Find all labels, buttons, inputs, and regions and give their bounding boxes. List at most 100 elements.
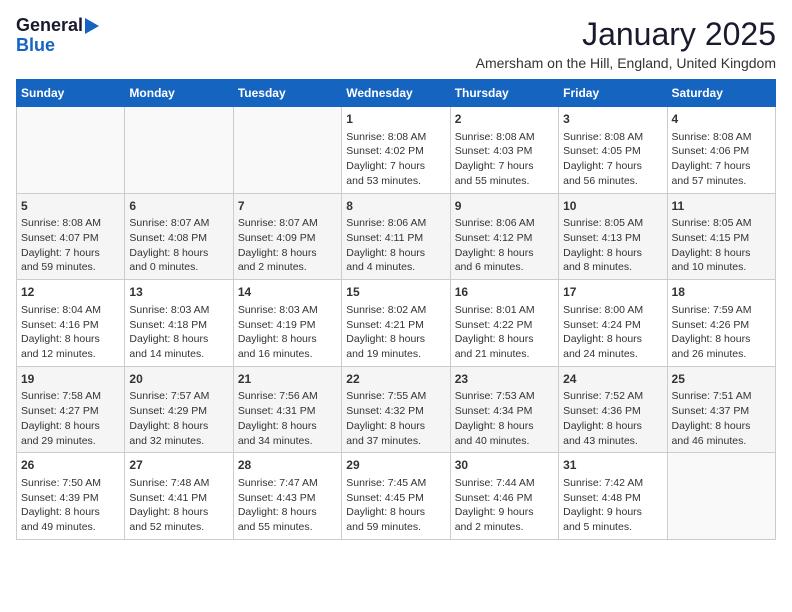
- header-tuesday: Tuesday: [233, 80, 341, 107]
- day-number: 25: [672, 371, 771, 388]
- day-info: Sunrise: 7:52 AMSunset: 4:36 PMDaylight:…: [563, 389, 662, 448]
- day-number: 10: [563, 198, 662, 215]
- calendar-table: SundayMondayTuesdayWednesdayThursdayFrid…: [16, 79, 776, 540]
- calendar-cell: 26 Sunrise: 7:50 AMSunset: 4:39 PMDayligh…: [17, 453, 125, 540]
- day-number: 2: [455, 111, 554, 128]
- calendar-cell: 17 Sunrise: 8:00 AMSunset: 4:24 PMDayligh…: [559, 280, 667, 367]
- month-title: January 2025: [476, 16, 776, 53]
- day-info: Sunrise: 8:03 AMSunset: 4:19 PMDaylight:…: [238, 303, 337, 362]
- calendar-cell: [667, 453, 775, 540]
- logo-blue: Blue: [16, 36, 55, 56]
- day-number: 23: [455, 371, 554, 388]
- calendar-cell: 31 Sunrise: 7:42 AMSunset: 4:48 PMDayligh…: [559, 453, 667, 540]
- day-number: 1: [346, 111, 445, 128]
- day-number: 16: [455, 284, 554, 301]
- day-info: Sunrise: 7:55 AMSunset: 4:32 PMDaylight:…: [346, 389, 445, 448]
- calendar-cell: 2 Sunrise: 8:08 AMSunset: 4:03 PMDaylight…: [450, 107, 558, 194]
- location-subtitle: Amersham on the Hill, England, United Ki…: [476, 55, 776, 71]
- logo: General Blue: [16, 16, 99, 56]
- day-info: Sunrise: 8:08 AMSunset: 4:05 PMDaylight:…: [563, 130, 662, 189]
- calendar-cell: 30Sunrise: 7:44 AMSunset: 4:46 PMDayligh…: [450, 453, 558, 540]
- day-info: Sunrise: 7:45 AMSunset: 4:45 PMDaylight:…: [346, 476, 445, 535]
- calendar-cell: 3 Sunrise: 8:08 AMSunset: 4:05 PMDaylight…: [559, 107, 667, 194]
- day-number: 18: [672, 284, 771, 301]
- day-info: Sunrise: 8:08 AMSunset: 4:07 PMDaylight:…: [21, 216, 120, 275]
- day-info: Sunrise: 8:02 AMSunset: 4:21 PMDaylight:…: [346, 303, 445, 362]
- calendar-cell: 7Sunrise: 8:07 AMSunset: 4:09 PMDaylight…: [233, 193, 341, 280]
- day-info: Sunrise: 8:06 AMSunset: 4:12 PMDaylight:…: [455, 216, 554, 275]
- day-info: Sunrise: 8:07 AMSunset: 4:08 PMDaylight:…: [129, 216, 228, 275]
- day-info: Sunrise: 8:04 AMSunset: 4:16 PMDaylight:…: [21, 303, 120, 362]
- day-number: 31: [563, 457, 662, 474]
- day-number: 21: [238, 371, 337, 388]
- calendar-cell: 14 Sunrise: 8:03 AMSunset: 4:19 PMDayligh…: [233, 280, 341, 367]
- day-info: Sunrise: 7:56 AMSunset: 4:31 PMDaylight:…: [238, 389, 337, 448]
- calendar-cell: 20Sunrise: 7:57 AMSunset: 4:29 PMDayligh…: [125, 366, 233, 453]
- header-thursday: Thursday: [450, 80, 558, 107]
- header-monday: Monday: [125, 80, 233, 107]
- day-info: Sunrise: 8:08 AMSunset: 4:02 PMDaylight:…: [346, 130, 445, 189]
- page-header: General Blue January 2025 Amersham on th…: [16, 16, 776, 71]
- day-number: 4: [672, 111, 771, 128]
- calendar-cell: 1 Sunrise: 8:08 AMSunset: 4:02 PMDaylight…: [342, 107, 450, 194]
- day-number: 7: [238, 198, 337, 215]
- logo-general: General: [16, 16, 83, 36]
- calendar-header-row: SundayMondayTuesdayWednesdayThursdayFrid…: [17, 80, 776, 107]
- day-info: Sunrise: 8:01 AMSunset: 4:22 PMDaylight:…: [455, 303, 554, 362]
- day-number: 11: [672, 198, 771, 215]
- calendar-cell: 16 Sunrise: 8:01 AMSunset: 4:22 PMDayligh…: [450, 280, 558, 367]
- calendar-cell: 5Sunrise: 8:08 AMSunset: 4:07 PMDaylight…: [17, 193, 125, 280]
- day-number: 14: [238, 284, 337, 301]
- day-number: 19: [21, 371, 120, 388]
- calendar-week-row: 12Sunrise: 8:04 AMSunset: 4:16 PMDayligh…: [17, 280, 776, 367]
- day-number: 15: [346, 284, 445, 301]
- day-info: Sunrise: 7:51 AMSunset: 4:37 PMDaylight:…: [672, 389, 771, 448]
- calendar-cell: 15 Sunrise: 8:02 AMSunset: 4:21 PMDayligh…: [342, 280, 450, 367]
- day-number: 8: [346, 198, 445, 215]
- day-info: Sunrise: 7:53 AMSunset: 4:34 PMDaylight:…: [455, 389, 554, 448]
- logo-arrow-icon: [85, 18, 99, 34]
- day-info: Sunrise: 7:57 AMSunset: 4:29 PMDaylight:…: [129, 389, 228, 448]
- header-saturday: Saturday: [667, 80, 775, 107]
- day-number: 26: [21, 457, 120, 474]
- calendar-cell: 28Sunrise: 7:47 AMSunset: 4:43 PMDayligh…: [233, 453, 341, 540]
- calendar-cell: 24Sunrise: 7:52 AMSunset: 4:36 PMDayligh…: [559, 366, 667, 453]
- day-info: Sunrise: 7:42 AMSunset: 4:48 PMDaylight:…: [563, 476, 662, 535]
- day-info: Sunrise: 8:05 AMSunset: 4:15 PMDaylight:…: [672, 216, 771, 275]
- day-number: 24: [563, 371, 662, 388]
- day-number: 29: [346, 457, 445, 474]
- calendar-cell: [17, 107, 125, 194]
- day-info: Sunrise: 8:08 AMSunset: 4:06 PMDaylight:…: [672, 130, 771, 189]
- calendar-cell: 8Sunrise: 8:06 AMSunset: 4:11 PMDaylight…: [342, 193, 450, 280]
- calendar-cell: 6Sunrise: 8:07 AMSunset: 4:08 PMDaylight…: [125, 193, 233, 280]
- calendar-cell: 21Sunrise: 7:56 AMSunset: 4:31 PMDayligh…: [233, 366, 341, 453]
- day-number: 9: [455, 198, 554, 215]
- day-number: 3: [563, 111, 662, 128]
- calendar-cell: [233, 107, 341, 194]
- calendar-cell: 12Sunrise: 8:04 AMSunset: 4:16 PMDayligh…: [17, 280, 125, 367]
- calendar-cell: 29 Sunrise: 7:45 AMSunset: 4:45 PMDayligh…: [342, 453, 450, 540]
- calendar-cell: [125, 107, 233, 194]
- calendar-week-row: 19Sunrise: 7:58 AMSunset: 4:27 PMDayligh…: [17, 366, 776, 453]
- calendar-cell: 19Sunrise: 7:58 AMSunset: 4:27 PMDayligh…: [17, 366, 125, 453]
- day-info: Sunrise: 8:05 AMSunset: 4:13 PMDaylight:…: [563, 216, 662, 275]
- calendar-cell: 22Sunrise: 7:55 AMSunset: 4:32 PMDayligh…: [342, 366, 450, 453]
- calendar-cell: 9Sunrise: 8:06 AMSunset: 4:12 PMDaylight…: [450, 193, 558, 280]
- calendar-cell: 23Sunrise: 7:53 AMSunset: 4:34 PMDayligh…: [450, 366, 558, 453]
- header-wednesday: Wednesday: [342, 80, 450, 107]
- header-sunday: Sunday: [17, 80, 125, 107]
- calendar-cell: 4 Sunrise: 8:08 AMSunset: 4:06 PMDaylight…: [667, 107, 775, 194]
- day-number: 5: [21, 198, 120, 215]
- calendar-cell: 13Sunrise: 8:03 AMSunset: 4:18 PMDayligh…: [125, 280, 233, 367]
- day-info: Sunrise: 8:08 AMSunset: 4:03 PMDaylight:…: [455, 130, 554, 189]
- day-number: 17: [563, 284, 662, 301]
- calendar-week-row: 1 Sunrise: 8:08 AMSunset: 4:02 PMDaylight…: [17, 107, 776, 194]
- day-info: Sunrise: 8:03 AMSunset: 4:18 PMDaylight:…: [129, 303, 228, 362]
- day-info: Sunrise: 7:44 AMSunset: 4:46 PMDaylight:…: [455, 476, 554, 535]
- day-info: Sunrise: 8:07 AMSunset: 4:09 PMDaylight:…: [238, 216, 337, 275]
- day-info: Sunrise: 8:00 AMSunset: 4:24 PMDaylight:…: [563, 303, 662, 362]
- calendar-cell: 18Sunrise: 7:59 AMSunset: 4:26 PMDayligh…: [667, 280, 775, 367]
- title-block: January 2025 Amersham on the Hill, Engla…: [476, 16, 776, 71]
- day-number: 22: [346, 371, 445, 388]
- day-info: Sunrise: 7:50 AMSunset: 4:39 PMDaylight:…: [21, 476, 120, 535]
